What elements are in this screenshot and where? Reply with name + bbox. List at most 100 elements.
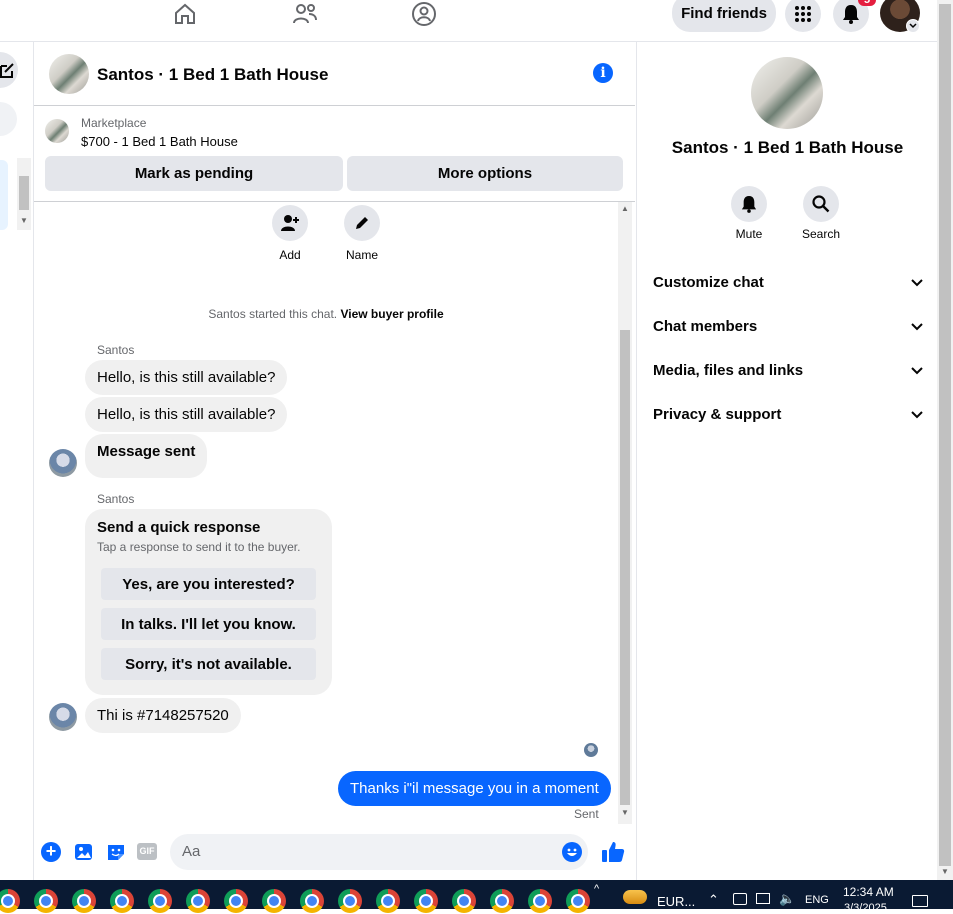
mark-as-pending-button[interactable]: Mark as pending bbox=[45, 156, 343, 191]
chrome-taskbar-icon[interactable] bbox=[186, 889, 210, 913]
message-input-placeholder: Aa bbox=[182, 843, 201, 860]
message-bubble[interactable]: Thi is #7148257520 bbox=[85, 698, 241, 733]
buyer-avatar[interactable] bbox=[49, 449, 77, 477]
language-indicator[interactable]: ENG bbox=[805, 894, 829, 906]
message-bubble[interactable]: Hello, is this still available? bbox=[85, 360, 288, 395]
chrome-taskbar-icon[interactable] bbox=[262, 889, 286, 913]
notification-center-icon[interactable] bbox=[912, 895, 928, 907]
home-icon[interactable] bbox=[165, 0, 205, 28]
groups-icon[interactable] bbox=[404, 0, 444, 28]
quick-response-option[interactable]: Sorry, it's not available. bbox=[101, 648, 316, 680]
clock-time[interactable]: 12:34 AM bbox=[843, 885, 894, 899]
photo-icon[interactable] bbox=[74, 842, 94, 862]
chevron-down-icon bbox=[911, 410, 923, 418]
notifications-badge: 5 bbox=[858, 0, 876, 6]
message-scrollbar-thumb[interactable] bbox=[620, 330, 630, 805]
sticker-icon[interactable] bbox=[106, 842, 126, 862]
message-bubble[interactable]: Message sent bbox=[85, 434, 208, 478]
chevron-down-icon bbox=[911, 278, 923, 286]
currency-widget-text[interactable]: EUR... bbox=[657, 894, 695, 909]
read-receipt-avatar bbox=[584, 743, 598, 757]
name-label: Name bbox=[345, 248, 378, 262]
chrome-taskbar-icon[interactable] bbox=[414, 889, 438, 913]
listing-large-avatar[interactable] bbox=[751, 57, 823, 129]
currency-coins-icon bbox=[623, 890, 647, 904]
chrome-taskbar-icon[interactable] bbox=[0, 889, 20, 913]
search-icon[interactable] bbox=[803, 186, 839, 222]
chrome-taskbar-icon[interactable] bbox=[376, 889, 400, 913]
chrome-taskbar-icon[interactable] bbox=[300, 889, 324, 913]
message-bubble[interactable]: Hello, is this still available? bbox=[85, 397, 288, 432]
chrome-taskbar-icon[interactable] bbox=[148, 889, 172, 913]
section-label: Chat members bbox=[653, 318, 758, 335]
chat-list-panel: ▼ bbox=[0, 42, 34, 880]
conversation-title[interactable]: Santos · 1 Bed 1 Bath House bbox=[97, 65, 328, 85]
view-buyer-profile-link[interactable]: View buyer profile bbox=[340, 307, 443, 321]
buyer-avatar[interactable] bbox=[49, 703, 77, 731]
chrome-taskbar-icon[interactable] bbox=[452, 889, 476, 913]
media-files-links-section[interactable]: Media, files and links bbox=[653, 362, 923, 379]
section-label: Media, files and links bbox=[653, 362, 804, 379]
quick-response-subtitle: Tap a response to send it to the buyer. bbox=[97, 540, 301, 554]
top-navigation: Find friends 5 bbox=[0, 0, 937, 42]
edit-name-pencil-icon[interactable] bbox=[344, 205, 380, 241]
meet-now-icon[interactable] bbox=[733, 893, 747, 905]
menu-grid-icon[interactable] bbox=[785, 0, 821, 32]
new-message-button[interactable] bbox=[0, 52, 18, 88]
more-options-button[interactable]: More options bbox=[347, 156, 623, 191]
chat-started-notice: Santos started this chat. View buyer pro… bbox=[34, 307, 618, 321]
chrome-taskbar-icon[interactable] bbox=[528, 889, 552, 913]
network-icon[interactable] bbox=[756, 893, 770, 904]
mute-bell-icon[interactable] bbox=[731, 186, 767, 222]
composer-bar: + GIF Aa bbox=[34, 824, 635, 880]
chat-search-input[interactable] bbox=[0, 102, 17, 136]
conversation-header: Santos · 1 Bed 1 Bath House i bbox=[34, 42, 635, 106]
quick-response-option[interactable]: Yes, are you interested? bbox=[101, 568, 316, 600]
page-scrollbar-thumb[interactable] bbox=[939, 4, 951, 866]
chrome-taskbar-icon[interactable] bbox=[72, 889, 96, 913]
listing-source: Marketplace bbox=[81, 116, 147, 130]
show-hidden-apps-icon[interactable]: ^ bbox=[594, 883, 599, 895]
thumbs-up-icon[interactable] bbox=[601, 840, 625, 864]
message-scrollbar[interactable]: ▲ ▼ bbox=[618, 202, 632, 824]
selected-chat-item[interactable] bbox=[0, 160, 8, 230]
add-person-icon[interactable] bbox=[272, 205, 308, 241]
quick-response-title: Send a quick response bbox=[97, 519, 261, 536]
section-label: Privacy & support bbox=[653, 406, 782, 423]
quick-response-option[interactable]: In talks. I'll let you know. bbox=[101, 608, 316, 640]
privacy-support-section[interactable]: Privacy & support bbox=[653, 406, 923, 423]
search-label: Search bbox=[801, 227, 841, 241]
chrome-taskbar-icon[interactable] bbox=[34, 889, 58, 913]
listing-avatar[interactable] bbox=[49, 54, 89, 94]
sender-name: Santos bbox=[97, 343, 135, 357]
listing-price-title[interactable]: $700 - 1 Bed 1 Bath House bbox=[81, 134, 238, 149]
chrome-taskbar-icon[interactable] bbox=[110, 889, 134, 913]
chat-members-section[interactable]: Chat members bbox=[653, 318, 923, 335]
friends-icon[interactable] bbox=[285, 0, 325, 28]
listing-banner: Marketplace $700 - 1 Bed 1 Bath House Ma… bbox=[34, 106, 635, 202]
message-input[interactable]: Aa bbox=[170, 834, 588, 870]
message-status: Sent bbox=[574, 807, 599, 821]
clock-date[interactable]: 3/3/2025 bbox=[844, 902, 887, 914]
emoji-icon[interactable] bbox=[562, 842, 582, 862]
chat-list-scrollbar[interactable]: ▼ bbox=[17, 158, 31, 230]
chrome-taskbar-icon[interactable] bbox=[490, 889, 514, 913]
chevron-down-icon bbox=[911, 366, 923, 374]
tray-chevron-icon[interactable]: ⌃ bbox=[708, 892, 719, 908]
volume-icon[interactable]: 🔈 bbox=[779, 891, 795, 907]
page-scrollbar[interactable]: ▼ bbox=[937, 0, 953, 880]
gif-icon[interactable]: GIF bbox=[137, 843, 157, 860]
plus-icon[interactable]: + bbox=[41, 842, 61, 862]
sender-name: Santos bbox=[97, 492, 135, 506]
chrome-taskbar-icon[interactable] bbox=[224, 889, 248, 913]
listing-thumbnail[interactable] bbox=[45, 119, 69, 143]
outgoing-message-bubble[interactable]: Thanks i"il message you in a moment bbox=[338, 771, 611, 806]
info-icon[interactable]: i bbox=[593, 63, 613, 83]
section-label: Customize chat bbox=[653, 274, 764, 291]
chrome-taskbar-icon[interactable] bbox=[338, 889, 362, 913]
find-friends-button[interactable]: Find friends bbox=[672, 0, 776, 32]
details-title: Santos · 1 Bed 1 Bath House bbox=[671, 138, 904, 157]
chrome-taskbar-icon[interactable] bbox=[566, 889, 590, 913]
customize-chat-section[interactable]: Customize chat bbox=[653, 274, 923, 291]
account-chevron-icon[interactable] bbox=[906, 19, 920, 33]
